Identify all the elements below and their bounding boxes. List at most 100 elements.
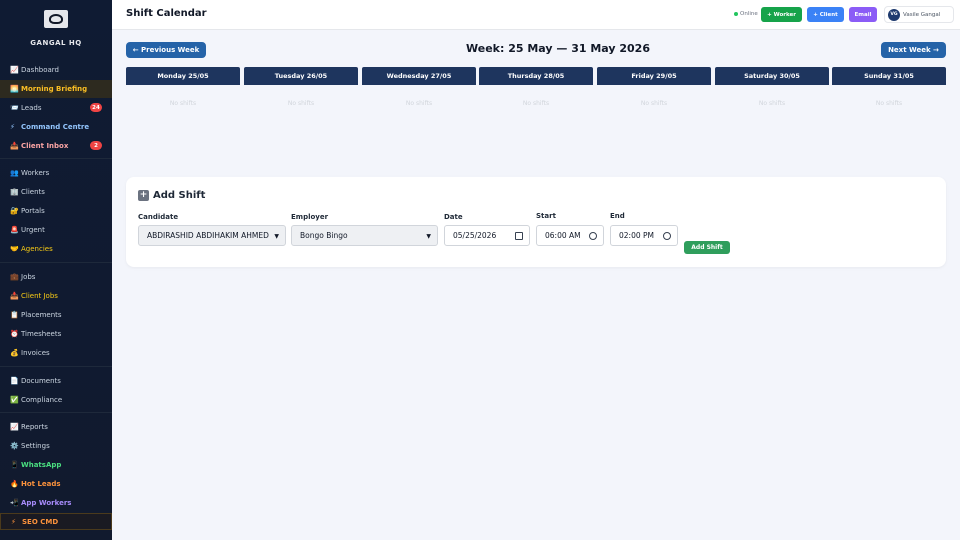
add-client-button[interactable]: + Client xyxy=(807,7,844,22)
siren-icon: 🚨 xyxy=(10,226,19,234)
day-header-thursday: Thursday 28/05 xyxy=(479,67,593,85)
sidebar-item-app-workers[interactable]: 📲 App Workers xyxy=(0,494,112,512)
sidebar-item-jobs[interactable]: 💼 Jobs xyxy=(0,268,112,286)
logo xyxy=(44,10,68,28)
clock-icon[interactable] xyxy=(589,232,597,240)
sidebar-item-client-jobs[interactable]: 📥 Client Jobs xyxy=(0,287,112,305)
sidebar-item-urgent[interactable]: 🚨 Urgent xyxy=(0,221,112,239)
add-worker-button[interactable]: + Worker xyxy=(761,7,802,22)
top-bar: Shift Calendar Online + Worker + Client … xyxy=(112,0,960,30)
user-menu[interactable]: VG Vasile Gangal xyxy=(884,6,954,23)
sidebar-item-leads[interactable]: 📨 Leads 24 xyxy=(0,99,112,117)
day-empty-thursday: No shifts xyxy=(522,100,550,107)
sidebar-item-command-centre[interactable]: ⚡ Command Centre xyxy=(0,118,112,136)
briefcase-icon: 💼 xyxy=(10,273,19,281)
day-empty-tuesday: No shifts xyxy=(287,100,315,107)
sidebar-item-dashboard[interactable]: 📈 Dashboard xyxy=(0,61,112,79)
sidebar-item-workers[interactable]: 👥 Workers xyxy=(0,164,112,182)
sidebar-item-seo-cmd[interactable]: ⚡ SEO CMD xyxy=(0,513,112,530)
employer-label: Employer xyxy=(291,213,329,221)
handshake-icon: 🤝 xyxy=(10,245,19,253)
clock-icon[interactable] xyxy=(663,232,671,240)
add-shift-button[interactable]: Add Shift xyxy=(684,241,730,254)
start-label: Start xyxy=(536,212,556,220)
inbox-icon: 📥 xyxy=(10,142,19,150)
day-empty-saturday: No shifts xyxy=(758,100,786,107)
calendar-icon[interactable] xyxy=(515,232,523,240)
chevron-down-icon: ▼ xyxy=(274,233,279,240)
employer-select[interactable]: Bongo Bingo ▼ xyxy=(291,225,438,246)
candidate-label: Candidate xyxy=(138,213,179,221)
inbox-icon: 📥 xyxy=(10,292,19,300)
sidebar: GANGAL HQ 📈 Dashboard 🌅 Morning Briefing 📨… xyxy=(0,0,112,540)
envelope-icon: 📨 xyxy=(10,104,19,112)
mobile-arrow-icon: 📲 xyxy=(10,499,19,507)
day-empty-friday: No shifts xyxy=(640,100,668,107)
chart-icon: 📈 xyxy=(10,423,19,431)
brand-name: GANGAL HQ xyxy=(30,39,82,47)
sidebar-item-whatsapp[interactable]: 📱 WhatsApp xyxy=(0,456,112,474)
add-shift-card: + Add Shift Candidate ABDIRASHID ABDIHAK… xyxy=(126,177,946,267)
day-header-tuesday: Tuesday 26/05 xyxy=(244,67,358,85)
chart-icon: 📈 xyxy=(10,66,19,74)
alarm-clock-icon: ⏰ xyxy=(10,330,19,338)
users-icon: 👥 xyxy=(10,169,19,177)
day-empty-wednesday: No shifts xyxy=(405,100,433,107)
chevron-down-icon: ▼ xyxy=(426,233,431,240)
sidebar-divider xyxy=(0,412,112,413)
sidebar-divider xyxy=(0,158,112,159)
lock-icon: 🔐 xyxy=(10,207,19,215)
sidebar-item-clients[interactable]: 🏢 Clients xyxy=(0,183,112,201)
sidebar-item-reports[interactable]: 📈 Reports xyxy=(0,418,112,436)
day-empty-sunday: No shifts xyxy=(875,100,903,107)
status-dot-icon xyxy=(734,12,738,16)
candidate-select[interactable]: ABDIRASHID ABDIHAKIM AHMED ▼ xyxy=(138,225,286,246)
phone-icon: 📱 xyxy=(10,461,19,469)
end-time-input[interactable]: 02:00 PM xyxy=(610,225,678,246)
day-header-wednesday: Wednesday 27/05 xyxy=(362,67,476,85)
next-week-button[interactable]: Next Week → xyxy=(881,42,946,58)
week-title: Week: 25 May — 31 May 2026 xyxy=(466,42,650,55)
previous-week-button[interactable]: ← Previous Week xyxy=(126,42,206,58)
date-input[interactable]: 05/25/2026 xyxy=(444,225,530,246)
clipboard-icon: 📋 xyxy=(10,311,19,319)
sidebar-item-invoices[interactable]: 💰 Invoices xyxy=(0,344,112,362)
inbox-count-badge: 2 xyxy=(90,141,102,150)
plus-icon: + xyxy=(138,190,149,201)
day-header-saturday: Saturday 30/05 xyxy=(715,67,829,85)
date-label: Date xyxy=(444,213,463,221)
lightning-icon: ⚡ xyxy=(11,517,16,526)
start-time-input[interactable]: 06:00 AM xyxy=(536,225,604,246)
sidebar-item-placements[interactable]: 📋 Placements xyxy=(0,306,112,324)
money-bag-icon: 💰 xyxy=(10,349,19,357)
sidebar-divider xyxy=(0,366,112,367)
user-name: Vasile Gangal xyxy=(903,11,941,18)
week-day-headers: Monday 25/05 Tuesday 26/05 Wednesday 27/… xyxy=(126,67,946,85)
sidebar-item-compliance[interactable]: ✅ Compliance xyxy=(0,391,112,409)
sidebar-divider xyxy=(0,262,112,263)
day-header-monday: Monday 25/05 xyxy=(126,67,240,85)
online-status: Online xyxy=(734,11,758,17)
gear-icon: ⚙️ xyxy=(10,442,19,450)
avatar: VG xyxy=(888,8,900,21)
sidebar-item-morning-briefing[interactable]: 🌅 Morning Briefing xyxy=(0,80,112,98)
sidebar-item-portals[interactable]: 🔐 Portals xyxy=(0,202,112,220)
sidebar-item-agencies[interactable]: 🤝 Agencies xyxy=(0,240,112,258)
sidebar-item-documents[interactable]: 📄 Documents xyxy=(0,372,112,390)
day-header-sunday: Sunday 31/05 xyxy=(832,67,946,85)
leads-count-badge: 24 xyxy=(90,103,102,112)
sidebar-item-hot-leads[interactable]: 🔥 Hot Leads xyxy=(0,475,112,493)
sunrise-icon: 🌅 xyxy=(10,85,19,93)
sidebar-item-client-inbox[interactable]: 📥 Client Inbox 2 xyxy=(0,137,112,155)
sidebar-item-timesheets[interactable]: ⏰ Timesheets xyxy=(0,325,112,343)
day-header-friday: Friday 29/05 xyxy=(597,67,711,85)
page-title: Shift Calendar xyxy=(126,8,207,19)
email-button[interactable]: Email xyxy=(849,7,877,22)
sidebar-item-settings[interactable]: ⚙️ Settings xyxy=(0,437,112,455)
check-icon: ✅ xyxy=(10,396,19,404)
end-label: End xyxy=(610,212,625,220)
document-icon: 📄 xyxy=(10,377,19,385)
lightning-icon: ⚡ xyxy=(10,123,15,131)
building-icon: 🏢 xyxy=(10,188,19,196)
fire-icon: 🔥 xyxy=(10,480,19,488)
